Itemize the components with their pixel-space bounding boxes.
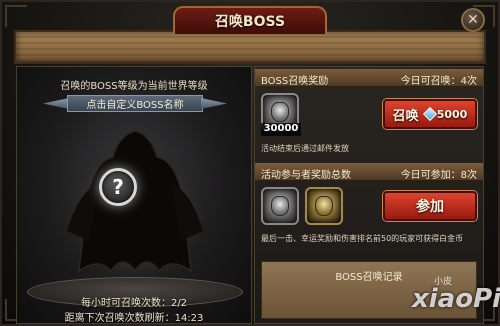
mask-icon (271, 102, 289, 122)
boss-reward-heading: BOSS召唤奖励 (261, 76, 329, 87)
question-mark: ? (112, 175, 124, 199)
participant-reward-header: 活动参与者奖励总数 今日可参加：8次 (255, 163, 483, 181)
today-join-remaining: 今日可参加：8次 (400, 170, 477, 181)
name-bar-wing-right (201, 98, 227, 109)
summon-cost: 5000 (436, 107, 468, 121)
custom-boss-name-button[interactable]: 点击自定义BOSS名称 (67, 95, 203, 112)
reward-item-gold-mask-icon[interactable] (305, 187, 343, 225)
summon-records-box[interactable]: BOSS召唤记录 (261, 261, 477, 319)
mask-icon (315, 196, 333, 216)
participant-reward-heading: 活动参与者奖励总数 (261, 170, 351, 181)
boss-reward-note: 活动结束后通过邮件发放 (261, 144, 349, 153)
next-refresh-timer: 距离下次召唤次数刷新：14:23 (64, 313, 204, 324)
dialog-title: 召唤BOSS (173, 6, 327, 34)
summon-button[interactable]: 召唤 5000 (383, 99, 477, 129)
today-summon-remaining: 今日可召唤：4次 (400, 76, 477, 87)
rewards-panel: BOSS召唤奖励 今日可召唤：4次 30000 活动结束后通过邮件发放 召唤 5… (254, 66, 484, 324)
boss-silhouette (61, 130, 209, 279)
diamond-gem-icon (422, 106, 437, 122)
unknown-boss-icon[interactable]: ? (99, 168, 137, 206)
boss-level-note: 召唤的BOSS等级为当前世界等级 (60, 81, 208, 92)
mask-icon (271, 196, 289, 216)
participant-reward-note: 最后一击、幸运奖励和伤害排名前50的玩家可获得白金币 (261, 234, 464, 243)
boss-reward-header: BOSS召唤奖励 今日可召唤：4次 (255, 69, 483, 87)
reward-item-silver-mask-icon[interactable] (261, 187, 299, 225)
name-bar-wing-left (43, 98, 69, 109)
frame-corner-ornament (5, 5, 27, 27)
wood-header-banner (14, 30, 486, 64)
summon-button-label: 召唤 (392, 108, 419, 124)
close-icon[interactable]: ✕ (461, 8, 485, 32)
reward-item-count: 30000 (261, 123, 301, 136)
join-button[interactable]: 参加 (383, 191, 477, 221)
hourly-summon-count: 每小时可召唤次数：2/2 (80, 298, 188, 309)
summon-records-title: BOSS召唤记录 (335, 272, 403, 283)
